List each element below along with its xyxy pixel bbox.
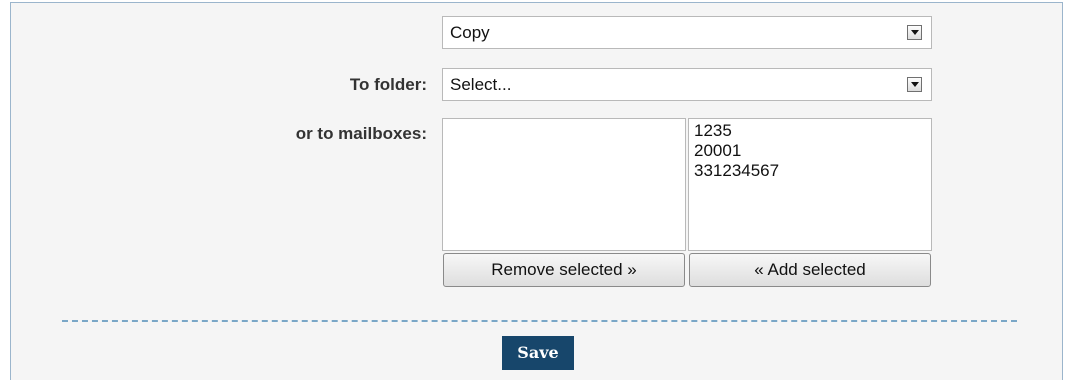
available-mailboxes-list[interactable]: 1235 20001 331234567 <box>688 118 932 251</box>
mailbox-option[interactable]: 1235 <box>689 121 931 141</box>
chevron-down-icon[interactable] <box>907 25 922 40</box>
selected-mailboxes-list[interactable] <box>442 118 686 251</box>
divider <box>62 320 1017 322</box>
chevron-down-icon[interactable] <box>907 77 922 92</box>
action-select-value: Copy <box>450 23 490 42</box>
to-folder-label: To folder: <box>349 75 427 94</box>
add-selected-button[interactable]: « Add selected <box>689 253 931 287</box>
mailbox-option[interactable]: 20001 <box>689 141 931 161</box>
mailboxes-label: or to mailboxes: <box>295 124 427 143</box>
remove-selected-button[interactable]: Remove selected » <box>443 253 685 287</box>
save-button[interactable]: Save <box>502 336 574 370</box>
action-select[interactable]: Copy <box>442 16 932 49</box>
to-folder-select[interactable]: Select... <box>442 68 932 101</box>
mailbox-option[interactable]: 331234567 <box>689 161 931 181</box>
to-folder-select-value: Select... <box>450 75 512 94</box>
